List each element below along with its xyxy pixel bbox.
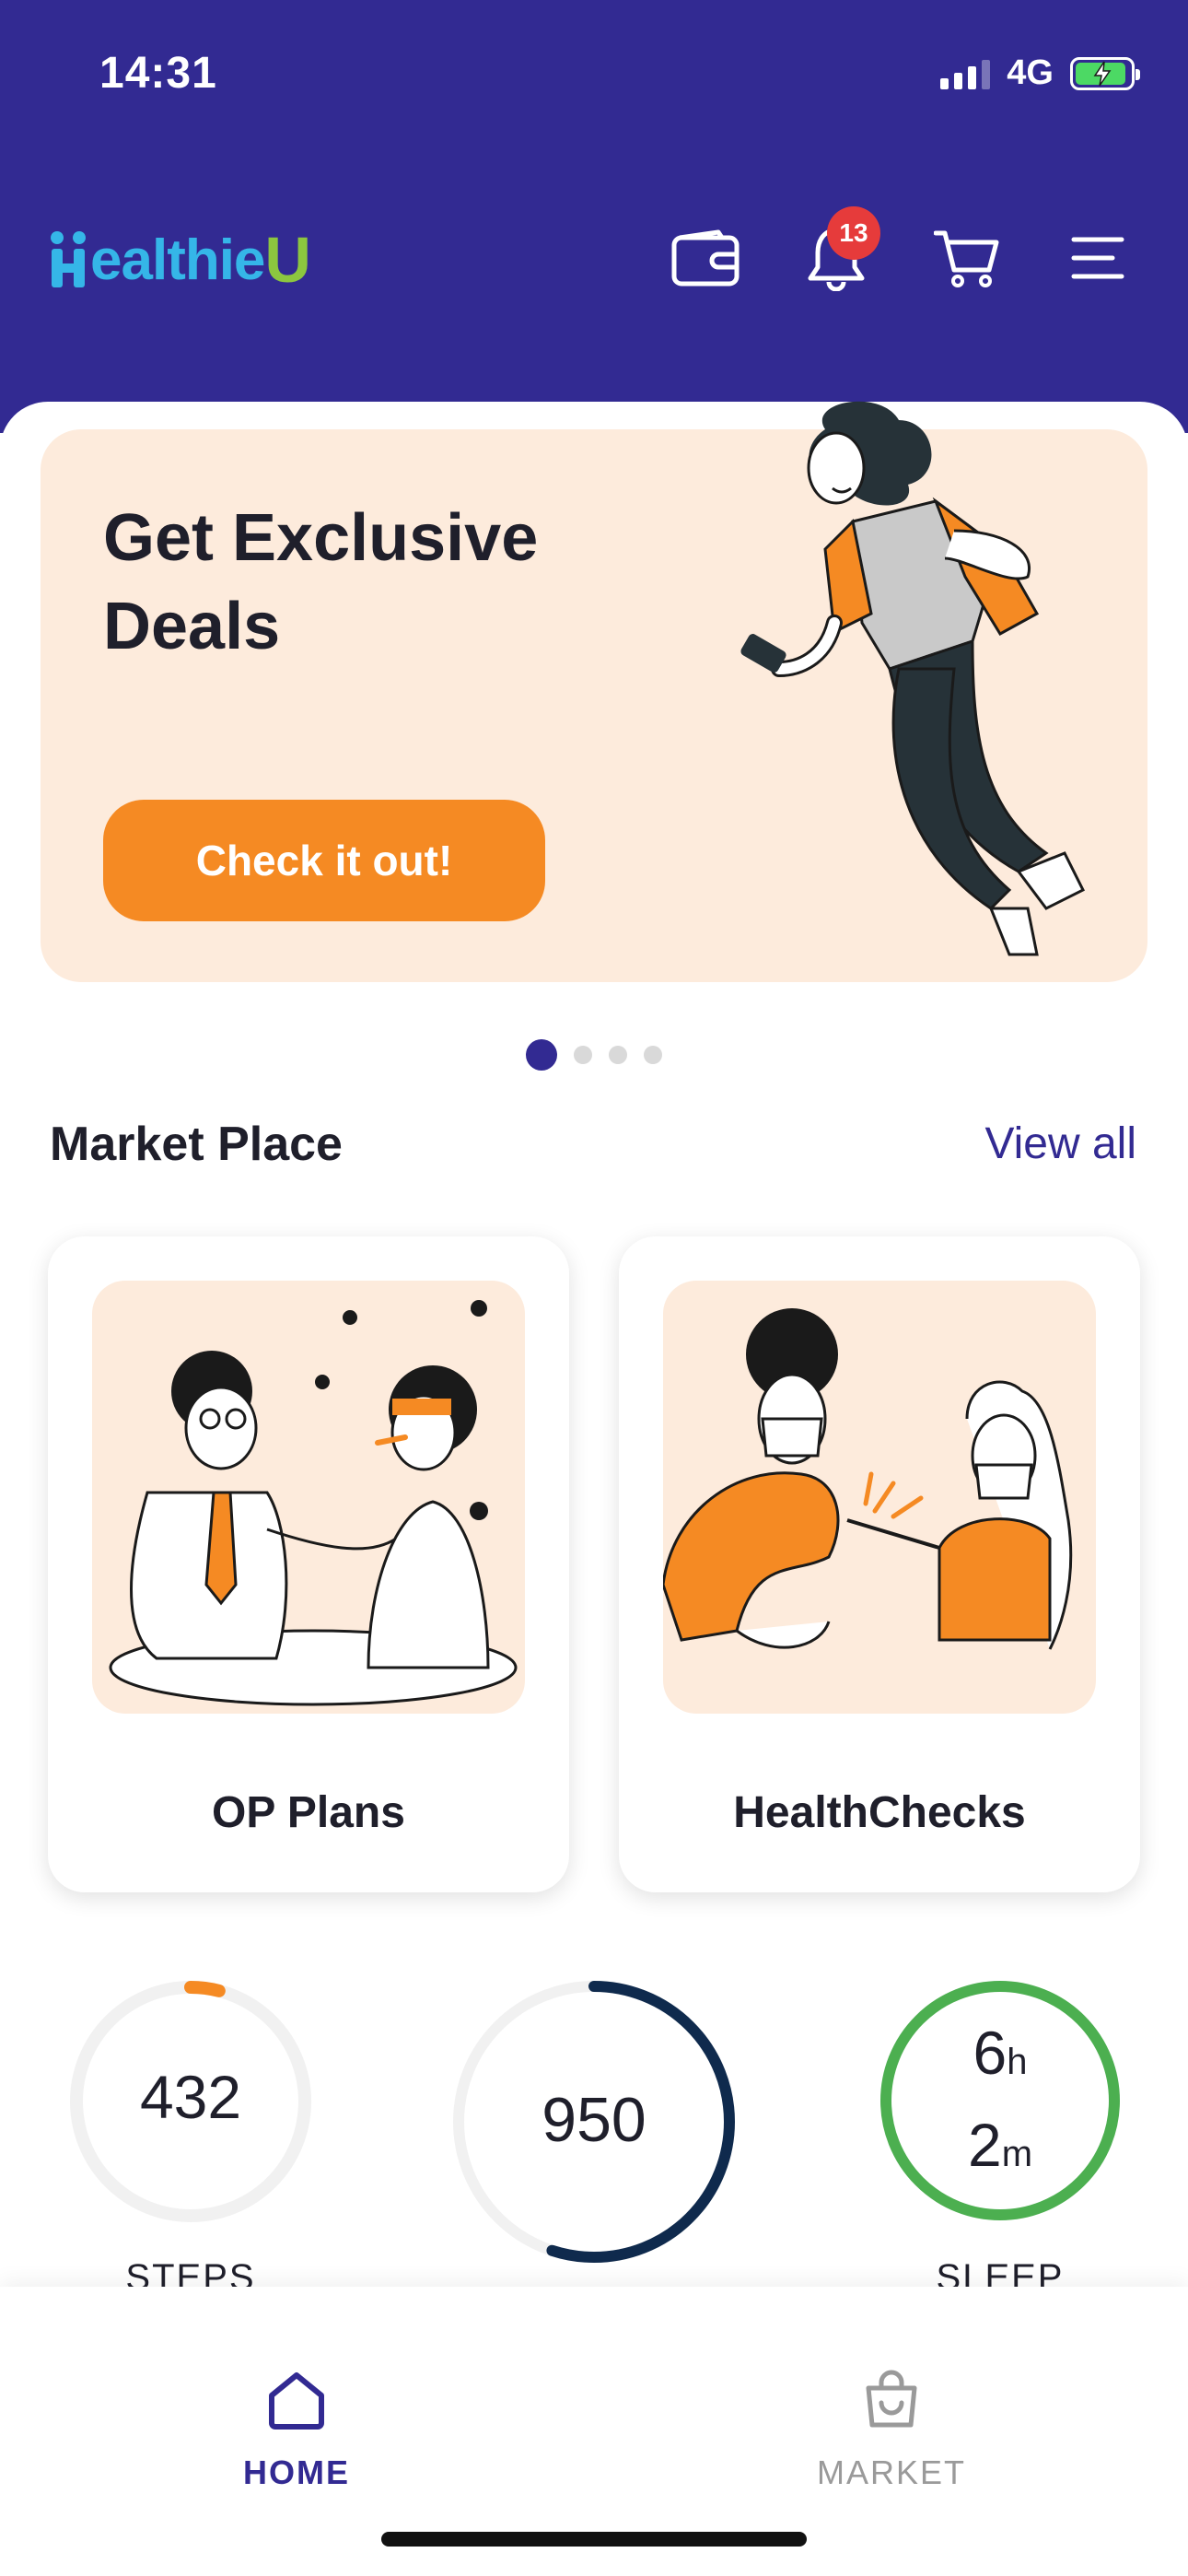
nav-market[interactable]: MARKET (790, 2368, 993, 2492)
steps-ring[interactable]: 432 STEPS (66, 1977, 315, 2298)
notification-badge: 13 (827, 206, 880, 260)
logo-u: U (264, 224, 311, 296)
wallet-icon (671, 229, 740, 287)
battery-charging-icon (1070, 56, 1140, 90)
steps-value: 432 (139, 2063, 242, 2131)
score-value: 950 (542, 2085, 646, 2155)
banner-pagination (0, 1039, 1188, 1071)
sleep-minutes: 2m (967, 2111, 1033, 2179)
card-label: HealthChecks (733, 1788, 1026, 1837)
vaccination-illustration (663, 1281, 1096, 1714)
notifications-button[interactable]: 13 (799, 206, 880, 295)
home-indicator (381, 2532, 807, 2547)
status-time: 14:31 (99, 49, 217, 98)
sleep-hours: 6h (973, 2019, 1028, 2087)
logo-people-icon (51, 231, 86, 287)
menu-icon (1071, 237, 1124, 279)
cart-button[interactable] (930, 221, 1004, 295)
menu-button[interactable] (1061, 221, 1135, 295)
logo-text: ealthie (90, 228, 265, 292)
score-ring[interactable]: 950 (449, 1977, 739, 2266)
app-logo[interactable]: ealthie U (48, 223, 311, 297)
nav-market-label: MARKET (816, 2453, 966, 2491)
op-plans-card[interactable]: OP Plans (48, 1236, 569, 1892)
pagination-dot[interactable] (526, 1039, 557, 1071)
view-all-link[interactable]: View all (984, 1118, 1136, 1169)
nav-home[interactable]: HOME (195, 2368, 398, 2492)
pagination-dot[interactable] (609, 1046, 627, 1064)
flying-woman-illustration (740, 401, 1086, 956)
banner-title: Get Exclusive Deals (103, 501, 539, 663)
wallet-button[interactable] (669, 221, 742, 295)
sleep-ring[interactable]: 6h 2m SLEEP (877, 1977, 1124, 2298)
app-header: 14:31 4G ealthie U 13 (0, 0, 1188, 433)
section-title-marketplace: Market Place (50, 1118, 343, 1171)
status-indicators: 4G (940, 53, 1140, 93)
doctor-patient-illustration (92, 1281, 525, 1714)
cart-icon (934, 230, 999, 287)
check-it-out-button[interactable]: Check it out! (103, 800, 545, 921)
pagination-dot[interactable] (644, 1046, 662, 1064)
network-type: 4G (1007, 53, 1054, 92)
promo-banner[interactable]: Get Exclusive Deals Check it out! (41, 401, 1147, 982)
nav-home-label: HOME (243, 2453, 350, 2491)
header-actions: 13 (669, 206, 1135, 295)
shopping-bag-icon (866, 2370, 917, 2428)
home-icon (269, 2372, 324, 2430)
pagination-dot[interactable] (574, 1046, 592, 1064)
signal-icon (940, 58, 991, 89)
card-label: OP Plans (212, 1788, 405, 1837)
healthchecks-card[interactable]: HealthChecks (619, 1236, 1140, 1892)
